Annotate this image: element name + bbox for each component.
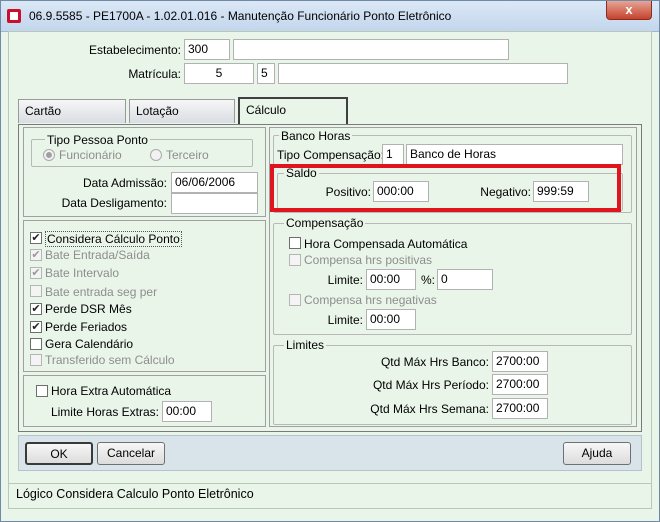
compensa-negativas-label: Compensa hrs negativas	[304, 293, 437, 307]
check-icon: ✔	[31, 249, 41, 261]
transferido-sem-calculo-checkbox[interactable]	[30, 354, 42, 366]
perde-dsr-mes-label: Perde DSR Mês	[45, 302, 132, 316]
data-admissao-label: Data Admissão:	[82, 176, 167, 190]
gera-calendario-checkbox[interactable]	[30, 338, 42, 350]
tipo-compensacao-description: Banco de Horas	[406, 144, 623, 165]
bate-entrada-saida-label: Bate Entrada/Saída	[45, 248, 150, 262]
limites-title: Limites	[284, 338, 327, 352]
perde-feriados-checkbox[interactable]: ✔	[30, 321, 42, 333]
considera-calculo-label: Considera Cálculo Ponto	[45, 231, 182, 247]
tab-lotacao[interactable]: Lotação	[129, 99, 235, 123]
qtd-max-semana-input[interactable]: 2700:00	[492, 398, 548, 419]
compensa-positivas-label: Compensa hrs positivas	[304, 253, 433, 267]
window-title: 06.9.5585 - PE1700A - 1.02.01.016 - Manu…	[29, 9, 452, 23]
data-desligamento-input[interactable]	[171, 193, 258, 214]
radio-terceiro-label: Terceiro	[166, 148, 209, 162]
matricula-digit: 5	[257, 63, 275, 84]
app-icon	[7, 9, 21, 23]
bate-entrada-seg-per-checkbox[interactable]	[30, 285, 42, 297]
tipo-compensacao-label: Tipo Compensação:	[277, 148, 384, 162]
limite-positivas-label: Limite:	[327, 273, 363, 287]
estabelecimento-label: Estabelecimento:	[88, 43, 181, 57]
help-button[interactable]: Ajuda	[563, 442, 631, 465]
radio-selected-dot	[46, 152, 52, 158]
limite-negativas-input[interactable]: 00:00	[366, 309, 416, 330]
tab-calculo[interactable]: Cálculo	[238, 97, 348, 125]
qtd-max-periodo-label: Qtd Máx Hrs Período:	[372, 378, 489, 392]
bate-entrada-seg-per-label: Bate entrada seg per	[45, 285, 158, 299]
hora-compensada-label: Hora Compensada Automática	[304, 237, 468, 251]
limite-horas-extras-label: Limite Horas Extras:	[50, 405, 159, 419]
limite-positivas-input[interactable]: 00:00	[366, 269, 416, 290]
matricula-input[interactable]: 5	[184, 63, 254, 84]
percent-input[interactable]: 0	[437, 269, 493, 290]
red-highlight-box	[270, 164, 621, 212]
check-icon: ✔	[31, 267, 41, 279]
banco-horas-title: Banco Horas	[279, 129, 353, 143]
check-icon: ✔	[31, 321, 41, 333]
compensa-positivas-checkbox[interactable]	[289, 254, 301, 266]
qtd-max-semana-label: Qtd Máx Hrs Semana:	[370, 402, 489, 416]
considera-calculo-checkbox[interactable]: ✔	[30, 232, 42, 244]
percent-label: %:	[420, 273, 435, 287]
ok-button[interactable]: OK	[25, 442, 93, 465]
check-icon: ✔	[31, 303, 41, 315]
perde-dsr-mes-checkbox[interactable]: ✔	[30, 303, 42, 315]
matricula-description	[278, 63, 568, 84]
radio-funcionario-label: Funcionário	[59, 148, 122, 162]
limite-horas-extras-input[interactable]: 00:00	[162, 401, 212, 422]
transferido-sem-calculo-label: Transferido sem Cálculo	[45, 353, 175, 367]
tab-cartao[interactable]: Cartão	[18, 99, 126, 123]
radio-terceiro[interactable]	[150, 149, 162, 161]
compensa-negativas-checkbox[interactable]	[289, 294, 301, 306]
check-icon: ✔	[31, 232, 41, 244]
close-button[interactable]: x	[606, 1, 652, 20]
tipo-compensacao-input[interactable]: 1	[382, 144, 404, 165]
tipo-pessoa-title: Tipo Pessoa Ponto	[45, 133, 150, 147]
bate-intervalo-label: Bate Intervalo	[45, 266, 120, 280]
limite-negativas-label: Limite:	[327, 313, 363, 327]
cancel-button[interactable]: Cancelar	[97, 442, 165, 465]
data-admissao-input[interactable]: 06/06/2006	[171, 172, 258, 193]
qtd-max-banco-input[interactable]: 2700:00	[492, 351, 548, 372]
bate-entrada-saida-checkbox[interactable]: ✔	[30, 249, 42, 261]
window: 06.9.5585 - PE1700A - 1.02.01.016 - Manu…	[0, 0, 660, 522]
estabelecimento-description	[233, 39, 509, 60]
title-bar[interactable]: 06.9.5585 - PE1700A - 1.02.01.016 - Manu…	[1, 1, 659, 32]
hora-compensada-checkbox[interactable]	[289, 237, 301, 249]
data-desligamento-label: Data Desligamento:	[61, 196, 167, 210]
estabelecimento-input[interactable]: 300	[184, 39, 230, 60]
bate-intervalo-checkbox[interactable]: ✔	[30, 267, 42, 279]
hora-extra-checkbox[interactable]	[36, 385, 48, 397]
radio-funcionario[interactable]	[43, 149, 55, 161]
gera-calendario-label: Gera Calendário	[45, 337, 134, 351]
matricula-label: Matrícula:	[128, 67, 181, 81]
qtd-max-periodo-input[interactable]: 2700:00	[492, 374, 548, 395]
qtd-max-banco-label: Qtd Máx Hrs Banco:	[380, 355, 489, 369]
hora-extra-label: Hora Extra Automática	[51, 384, 172, 398]
status-text: Lógico Considera Calculo Ponto Eletrônic…	[16, 487, 254, 501]
perde-feriados-label: Perde Feriados	[45, 320, 128, 334]
hora-extra-section	[23, 375, 266, 427]
compensacao-title: Compensação	[284, 216, 366, 230]
